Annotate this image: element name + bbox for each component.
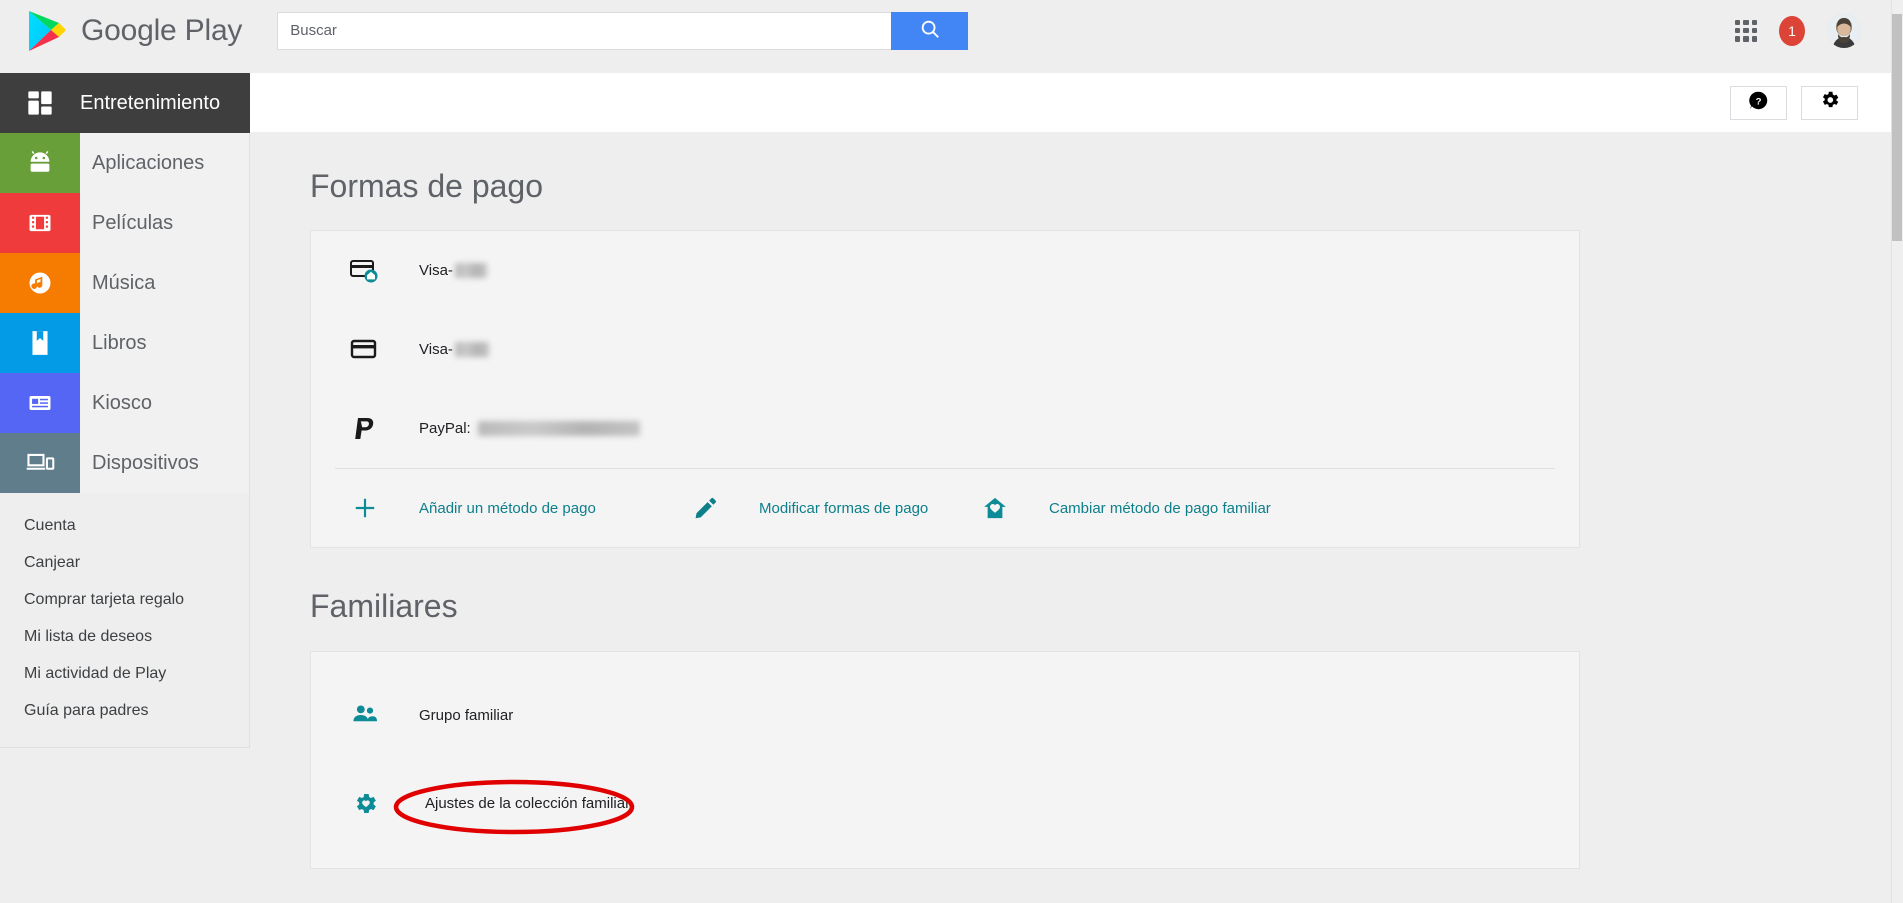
search-button[interactable]: [891, 11, 969, 50]
sidebar-item-mi-actividad-de-play[interactable]: Mi actividad de Play: [0, 655, 249, 692]
action-label: Modificar formas de pago: [759, 499, 929, 517]
payment-actions: Añadir un método de pago Modificar forma…: [311, 469, 1579, 547]
plus-icon: [311, 495, 419, 521]
avatar[interactable]: [1827, 13, 1861, 48]
sidebar-item-peliculas[interactable]: Películas: [0, 193, 249, 253]
credit-card-icon: [311, 337, 419, 363]
sidebar-secondary-list: Cuenta Canjear Comprar tarjeta regalo Mi…: [0, 493, 250, 748]
sidebar-item-label: Dispositivos: [92, 451, 199, 474]
edit-payment-methods-link[interactable]: Modificar formas de pago: [651, 496, 941, 520]
main-content: Formas de pago Visa- Visa- PayPal: Añadi…: [250, 132, 1891, 903]
dashboard-icon: [0, 89, 80, 117]
family-library-settings-label[interactable]: Ajustes de la colección familiar: [393, 779, 636, 834]
payment-method-label: Visa-: [419, 341, 489, 358]
newsstand-icon: [0, 373, 80, 433]
sidebar-item-label: Entretenimiento: [80, 91, 221, 114]
brand-logo-link[interactable]: Google Play: [25, 8, 242, 54]
gear-family-icon: [311, 790, 419, 817]
sidebar-item-libros[interactable]: Libros: [0, 313, 249, 373]
help-speech-bubble-icon: ?: [1748, 90, 1769, 116]
sidebar-item-musica[interactable]: Música: [0, 253, 249, 313]
home-family-icon: [941, 495, 1049, 521]
film-icon: [0, 193, 80, 253]
content-toolbar: ?: [250, 73, 1891, 132]
scrollbar-thumb[interactable]: [1892, 14, 1902, 241]
change-family-payment-method-link[interactable]: Cambiar método de pago familiar: [941, 495, 1271, 521]
search-input[interactable]: [277, 11, 892, 50]
sidebar-item-label: Libros: [92, 331, 147, 354]
search-icon: [919, 18, 941, 43]
page-title: Formas de pago: [310, 168, 544, 204]
people-icon: [311, 703, 419, 727]
sidebar-item-kiosco[interactable]: Kiosco: [0, 373, 249, 433]
family-section-title: Familiares: [310, 588, 458, 624]
payment-method-row[interactable]: Visa-: [311, 231, 1579, 310]
sidebar-item-cuenta[interactable]: Cuenta: [0, 507, 249, 544]
action-label: Cambiar método de pago familiar: [1049, 499, 1271, 517]
page-scrollbar[interactable]: [1891, 0, 1903, 903]
top-app-bar: Google Play 1: [0, 0, 1891, 61]
book-icon: [0, 313, 80, 373]
music-note-icon: [0, 253, 80, 313]
redacted-value: [454, 342, 489, 357]
family-card: Grupo familiar Ajustes de la colección f…: [310, 651, 1580, 869]
sidebar-nav: Entretenimiento Aplicaciones Películas M…: [0, 73, 250, 748]
sidebar-item-label: Música: [92, 271, 156, 294]
search-bar: [277, 11, 969, 50]
sidebar-item-entretenimiento[interactable]: Entretenimiento: [0, 73, 250, 133]
action-label: Añadir un método de pago: [419, 499, 596, 517]
svg-text:?: ?: [1756, 96, 1762, 107]
sidebar-item-guia-para-padres[interactable]: Guía para padres: [0, 692, 249, 729]
redacted-value: [454, 263, 487, 278]
sidebar-item-label: Aplicaciones: [92, 151, 205, 174]
google-play-logo: [25, 8, 67, 54]
top-bar-actions: 1: [1735, 13, 1861, 48]
add-payment-method-link[interactable]: Añadir un método de pago: [311, 495, 651, 521]
sidebar-item-comprar-tarjeta-regalo[interactable]: Comprar tarjeta regalo: [0, 581, 249, 618]
pencil-icon: [651, 496, 759, 520]
payment-method-row[interactable]: Visa-: [311, 310, 1579, 389]
family-group-row[interactable]: Grupo familiar: [311, 682, 1579, 748]
sidebar-item-label: Películas: [92, 211, 174, 234]
sidebar-item-aplicaciones[interactable]: Aplicaciones: [0, 133, 249, 193]
credit-card-family-icon: [311, 258, 419, 284]
payment-method-label: Visa-: [419, 262, 487, 279]
android-icon: [0, 133, 80, 193]
notifications-badge[interactable]: 1: [1779, 15, 1805, 46]
paypal-icon: [311, 415, 419, 443]
devices-icon: [0, 433, 80, 493]
sidebar-primary-list: Aplicaciones Películas Música Libros Kio…: [0, 133, 250, 493]
gear-icon: [1819, 89, 1841, 116]
apps-grid-icon[interactable]: [1735, 19, 1757, 42]
brand-name: Google Play: [81, 13, 243, 47]
redacted-value: [477, 421, 640, 436]
payment-methods-card: Visa- Visa- PayPal: Añadir un método de …: [310, 230, 1580, 548]
family-group-label: Grupo familiar: [419, 706, 514, 724]
payment-method-row[interactable]: PayPal:: [311, 389, 1579, 468]
sidebar-item-dispositivos[interactable]: Dispositivos: [0, 433, 249, 493]
sidebar-item-canjear[interactable]: Canjear: [0, 544, 249, 581]
sidebar-item-label: Kiosco: [92, 391, 153, 414]
payment-method-label: PayPal:: [419, 420, 640, 437]
family-library-settings-row[interactable]: Ajustes de la colección familiar: [311, 770, 1579, 836]
sidebar-item-mi-lista-de-deseos[interactable]: Mi lista de deseos: [0, 618, 249, 655]
help-button[interactable]: ?: [1730, 85, 1787, 120]
settings-button[interactable]: [1801, 85, 1858, 120]
